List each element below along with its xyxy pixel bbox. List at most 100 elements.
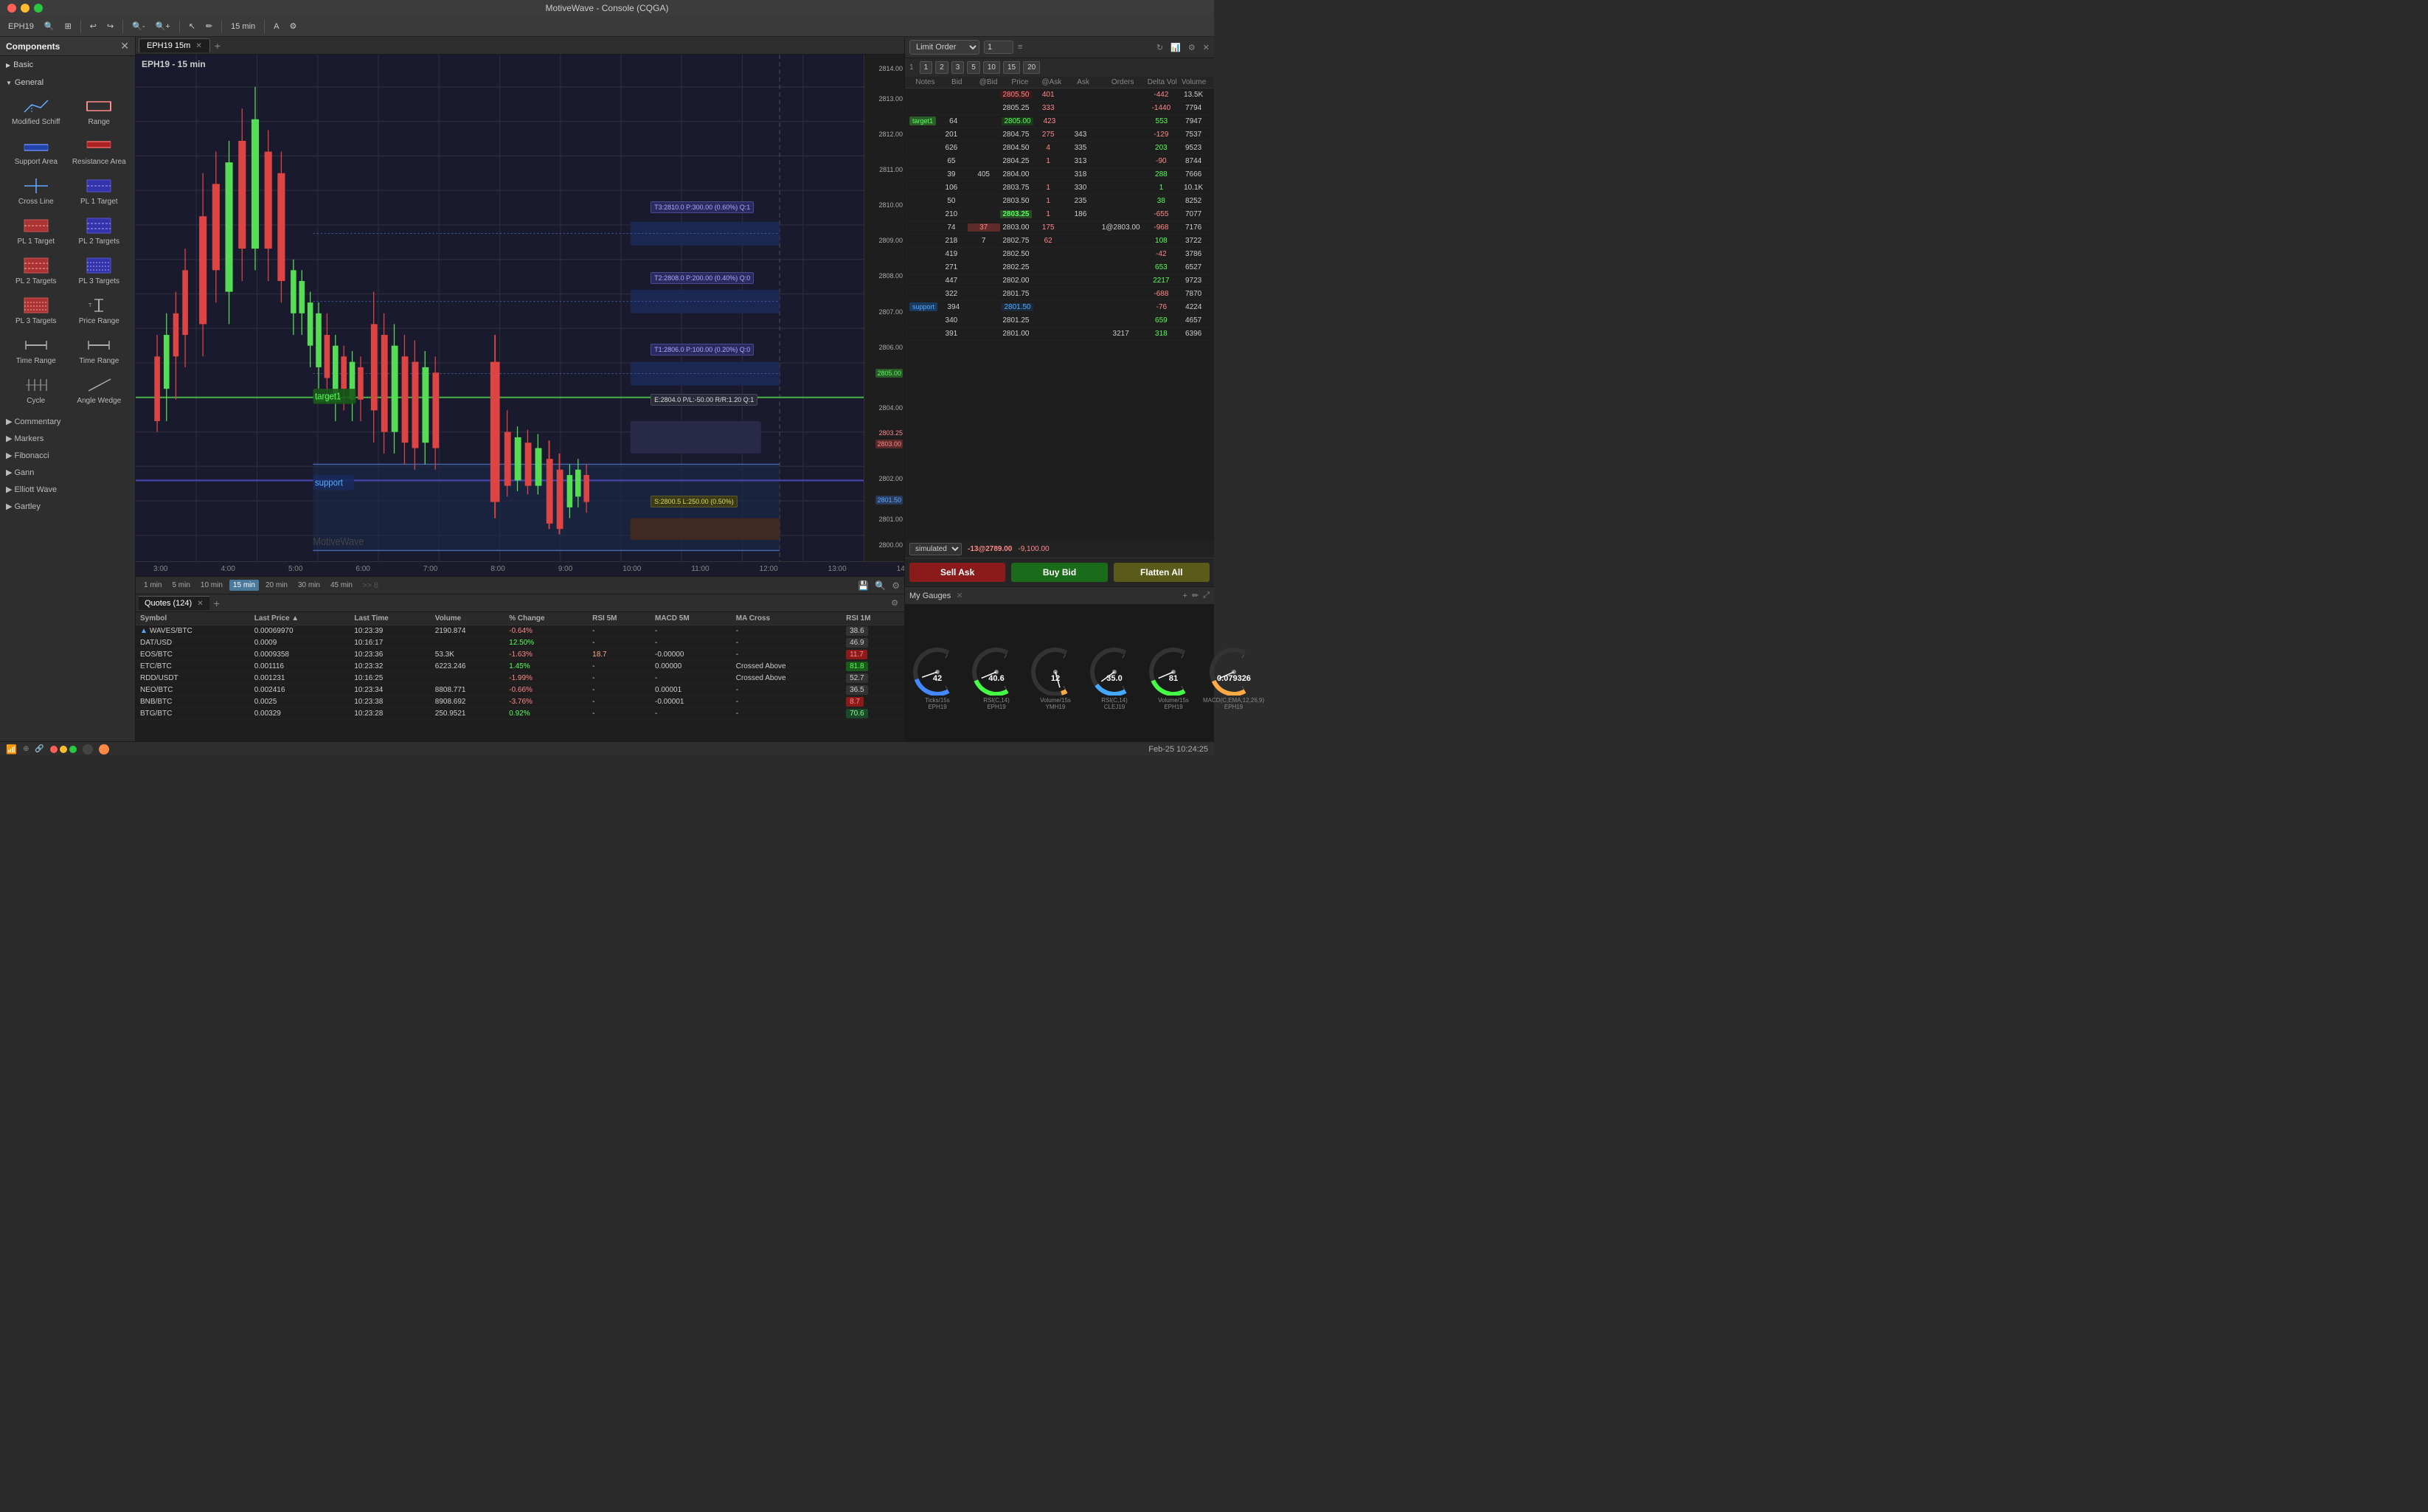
sidebar-item-time-range2[interactable]: Time Range bbox=[69, 332, 130, 369]
quotes-tab[interactable]: Quotes (124) ✕ bbox=[139, 596, 209, 610]
obc-bid[interactable]: 106 bbox=[935, 184, 968, 192]
chart-container[interactable]: EPH19 - 15 min bbox=[136, 55, 904, 561]
buy-bid-button[interactable]: Buy Bid bbox=[1011, 563, 1107, 582]
obc-price[interactable]: 2805.25 bbox=[1000, 104, 1033, 112]
gartley-header[interactable]: ▶ Gartley bbox=[6, 499, 129, 513]
obc-bid[interactable]: 65 bbox=[935, 157, 968, 165]
tf-1min[interactable]: 1 min bbox=[140, 580, 165, 591]
chart-toolbar-search[interactable]: 🔍 bbox=[875, 580, 886, 591]
obc-bid[interactable]: 271 bbox=[935, 263, 968, 271]
sidebar-item-range[interactable]: Range bbox=[69, 93, 130, 130]
ob-row-2[interactable]: target1 64 2805.00 423 553 7947 bbox=[905, 115, 1214, 128]
obc-price[interactable]: 2802.25 bbox=[1000, 263, 1033, 271]
gauges-edit-icon[interactable]: ✏ bbox=[1192, 591, 1199, 600]
section-basic-header[interactable]: ▶ Basic bbox=[0, 58, 135, 72]
mac-yellow-btn[interactable] bbox=[60, 746, 67, 753]
obc-bid[interactable]: 218 bbox=[935, 237, 968, 245]
col-pct-change[interactable]: % Change bbox=[504, 612, 588, 625]
col-volume[interactable]: Volume bbox=[431, 612, 505, 625]
minimize-button[interactable] bbox=[21, 4, 30, 13]
col-last-time[interactable]: Last Time bbox=[350, 612, 430, 625]
qty-btn-10[interactable]: 10 bbox=[983, 61, 1000, 74]
qty-btn-5[interactable]: 5 bbox=[967, 61, 980, 74]
ob-row-7[interactable]: 106 2803.75 1 330 1 10.1K bbox=[905, 181, 1214, 195]
ob-row-8[interactable]: 50 2803.50 1 235 38 8252 bbox=[905, 195, 1214, 208]
order-settings2-icon[interactable]: ⚙ bbox=[1188, 43, 1196, 52]
sim-account-select[interactable]: simulated bbox=[909, 543, 962, 555]
obc-price[interactable]: 2805.00 bbox=[1002, 117, 1033, 125]
obc-bid[interactable]: 39 bbox=[935, 170, 968, 178]
obc-price[interactable]: 2804.50 bbox=[1000, 144, 1033, 152]
qty-btn-15[interactable]: 15 bbox=[1003, 61, 1020, 74]
quote-row-0[interactable]: ▲WAVES/BTC 0.00069970 10:23:39 2190.874 … bbox=[136, 625, 904, 637]
obc-bid[interactable]: 201 bbox=[935, 131, 968, 139]
col-ma-cross[interactable]: MA Cross bbox=[732, 612, 842, 625]
ob-row-14[interactable]: 447 2802.00 2217 9723 bbox=[905, 274, 1214, 288]
sidebar-item-pl3-targets2[interactable]: PL 3 Targets bbox=[6, 292, 66, 329]
order-refresh-icon[interactable]: ↻ bbox=[1156, 43, 1163, 52]
order-type-select[interactable]: Limit Order Market Order bbox=[909, 40, 979, 55]
obc-price[interactable]: 2801.00 bbox=[1000, 330, 1033, 338]
tf-15min[interactable]: 15 min bbox=[229, 580, 259, 591]
tab-add-button[interactable]: + bbox=[212, 40, 223, 52]
settings-icon[interactable]: ⚙ bbox=[286, 20, 301, 32]
sidebar-item-pl2-targets[interactable]: PL 2 Targets bbox=[69, 212, 130, 249]
obc-price[interactable]: 2801.50 bbox=[1002, 303, 1033, 311]
obc-price[interactable]: 2803.75 bbox=[1000, 184, 1033, 192]
tf-10min[interactable]: 10 min bbox=[197, 580, 226, 591]
sidebar-item-cross-line[interactable]: Cross Line bbox=[6, 173, 66, 209]
ob-row-16[interactable]: support 394 2801.50 -76 4224 bbox=[905, 301, 1214, 314]
ob-row-4[interactable]: 626 2804.50 4 335 203 9523 bbox=[905, 142, 1214, 155]
sidebar-item-pl3-targets[interactable]: PL 3 Targets bbox=[69, 252, 130, 289]
col-last-price[interactable]: Last Price ▲ bbox=[250, 612, 350, 625]
obc-price[interactable]: 2801.75 bbox=[1000, 290, 1033, 298]
ob-row-18[interactable]: 391 2801.00 3217 318 6396 bbox=[905, 327, 1214, 341]
ob-row-1[interactable]: 2805.25 333 -1440 7794 bbox=[905, 102, 1214, 115]
obc-bid[interactable]: 447 bbox=[935, 277, 968, 285]
quotes-settings-icon[interactable]: ⚙ bbox=[891, 598, 898, 608]
obc-price[interactable]: 2803.50 bbox=[1000, 197, 1033, 205]
obc-price[interactable]: 2804.75 bbox=[1000, 131, 1033, 139]
search-icon[interactable]: 🔍 bbox=[41, 20, 58, 32]
order-close-icon[interactable]: ✕ bbox=[1203, 43, 1210, 52]
tf-20min[interactable]: 20 min bbox=[262, 580, 291, 591]
obc-price[interactable]: 2805.50 bbox=[1000, 91, 1033, 99]
section-general-header[interactable]: ▼ General bbox=[0, 75, 135, 90]
ob-row-5[interactable]: 65 2804.25 1 313 -90 8744 bbox=[905, 155, 1214, 168]
qty-btn-20[interactable]: 20 bbox=[1023, 61, 1040, 74]
obc-bid[interactable]: 64 bbox=[937, 117, 969, 125]
close-button[interactable] bbox=[7, 4, 16, 13]
sell-ask-button[interactable]: Sell Ask bbox=[909, 563, 1005, 582]
order-settings-icon[interactable]: ≡ bbox=[1018, 43, 1022, 52]
quote-row-3[interactable]: ETC/BTC 0.001116 10:23:32 6223.246 1.45%… bbox=[136, 661, 904, 673]
chart-tab-close[interactable]: ✕ bbox=[195, 42, 201, 50]
quote-row-1[interactable]: DAT/USD 0.0009 10:16:17 12.50% - - - 46.… bbox=[136, 637, 904, 649]
obc-bid[interactable]: 394 bbox=[937, 303, 969, 311]
ob-row-10[interactable]: 74 37 2803.00 175 1@2803.00 -968 7176 bbox=[905, 221, 1214, 235]
obc-price[interactable]: 2802.75 bbox=[1000, 237, 1033, 245]
tf-45min[interactable]: 45 min bbox=[327, 580, 356, 591]
obc-bid[interactable]: 50 bbox=[935, 197, 968, 205]
sidebar-item-support-area[interactable]: Support Area bbox=[6, 133, 66, 170]
qty-input[interactable] bbox=[984, 41, 1013, 54]
ob-row-9[interactable]: 210 2803.25 1 186 -655 7077 bbox=[905, 208, 1214, 221]
col-rsi5m[interactable]: RSI 5M bbox=[588, 612, 651, 625]
gann-header[interactable]: ▶ Gann bbox=[6, 465, 129, 479]
ob-row-12[interactable]: 419 2802.50 -42 3786 bbox=[905, 248, 1214, 261]
sidebar-item-modified-schiff[interactable]: Modified Schiff bbox=[6, 93, 66, 130]
sidebar-close-button[interactable]: ✕ bbox=[120, 40, 129, 52]
sidebar-item-time-range[interactable]: Time Range bbox=[6, 332, 66, 369]
obc-price[interactable]: 2802.50 bbox=[1000, 250, 1033, 258]
qty-btn-2[interactable]: 2 bbox=[935, 61, 948, 74]
qty-btn-3[interactable]: 3 bbox=[951, 61, 965, 74]
ob-row-0[interactable]: 2805.50 401 -442 13.5K bbox=[905, 89, 1214, 102]
sidebar-item-angle-wedge[interactable]: Angle Wedge bbox=[69, 372, 130, 409]
elliott-wave-header[interactable]: ▶ Elliott Wave bbox=[6, 482, 129, 496]
obc-price[interactable]: 2804.00 bbox=[1000, 170, 1033, 178]
quote-row-2[interactable]: EOS/BTC 0.0009358 10:23:36 53.3K -1.63% … bbox=[136, 649, 904, 661]
font-icon[interactable]: A bbox=[270, 21, 282, 32]
symbol-label[interactable]: EPH19 bbox=[4, 21, 38, 32]
obc-bid[interactable]: 322 bbox=[935, 290, 968, 298]
tf-30min[interactable]: 30 min bbox=[294, 580, 324, 591]
sidebar-item-pl1-target2[interactable]: PL 1 Target bbox=[6, 212, 66, 249]
